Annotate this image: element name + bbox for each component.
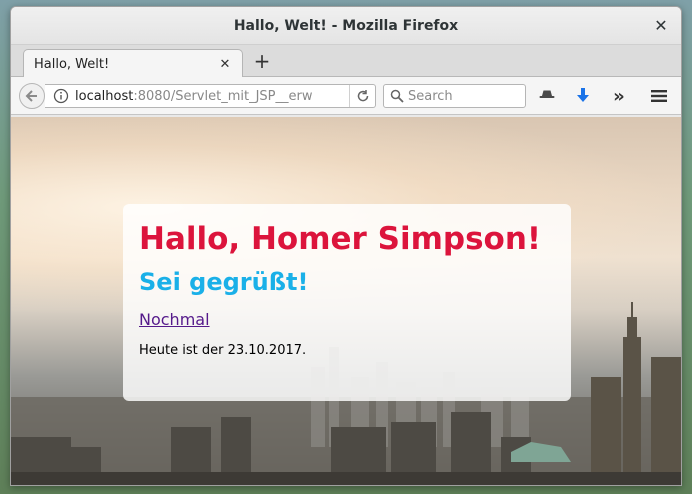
page-content: Hallo, Homer Simpson! Sei gegrüßt! Nochm…: [11, 117, 681, 485]
download-button[interactable]: [573, 86, 593, 106]
browser-window: Hallo, Welt! - Mozilla Firefox ✕ Hallo, …: [10, 6, 682, 486]
overflow-chevron-icon[interactable]: »: [609, 86, 629, 107]
url-text: localhost:8080/Servlet_mit_JSP__erw: [75, 89, 345, 104]
new-tab-button[interactable]: +: [251, 51, 273, 73]
greeting-heading: Hallo, Homer Simpson!: [139, 221, 542, 257]
url-bar[interactable]: localhost:8080/Servlet_mit_JSP__erw: [45, 84, 376, 108]
tab-label: Hallo, Welt!: [34, 56, 110, 72]
title-bar: Hallo, Welt! - Mozilla Firefox ✕: [11, 7, 681, 45]
url-path: :8080/Servlet_mit_JSP__erw: [133, 88, 313, 104]
back-button[interactable]: [19, 83, 45, 109]
tab-close-icon[interactable]: ✕: [218, 57, 232, 72]
incognito-icon: [539, 90, 555, 98]
download-icon: [577, 88, 589, 102]
tab-strip: Hallo, Welt! ✕ +: [11, 45, 681, 78]
nochmal-link[interactable]: Nochmal: [139, 310, 210, 329]
back-arrow-icon: [25, 90, 37, 102]
menu-button[interactable]: [649, 86, 669, 106]
incognito-button[interactable]: [537, 86, 557, 106]
info-icon[interactable]: [53, 88, 69, 104]
reload-button[interactable]: [349, 85, 375, 107]
greeting-subheading: Sei gegrüßt!: [139, 268, 309, 296]
search-input[interactable]: [408, 88, 518, 104]
search-icon: [390, 89, 404, 103]
date-text: Heute ist der 23.10.2017.: [139, 343, 307, 358]
window-title: Hallo, Welt! - Mozilla Firefox: [233, 17, 459, 34]
hamburger-menu-icon: [651, 90, 667, 102]
greeting-card: Hallo, Homer Simpson! Sei gegrüßt! Nochm…: [123, 204, 571, 401]
search-bar[interactable]: [383, 84, 526, 108]
reload-icon: [357, 90, 368, 102]
window-close-button[interactable]: ✕: [651, 16, 671, 36]
navigation-toolbar: localhost:8080/Servlet_mit_JSP__erw Sear…: [11, 77, 681, 115]
tab-hallo-welt[interactable]: Hallo, Welt! ✕: [23, 49, 243, 78]
url-host: localhost: [75, 88, 134, 104]
